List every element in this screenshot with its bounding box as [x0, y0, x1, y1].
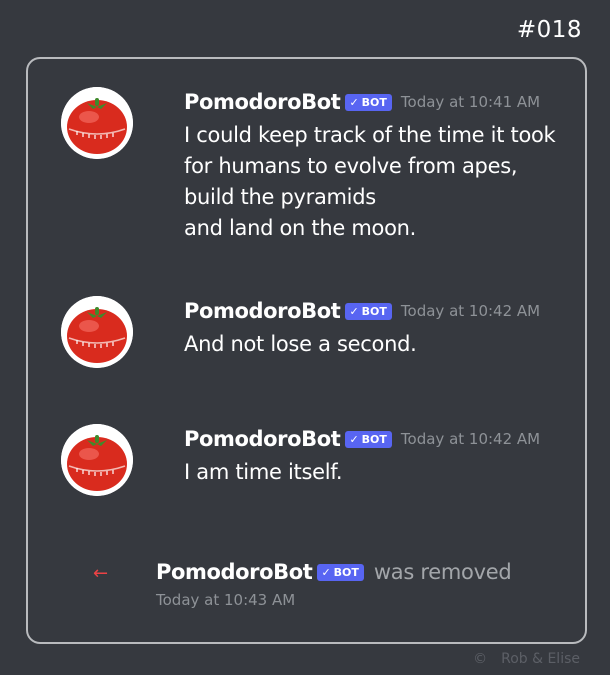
credit-text: Rob & Elise [501, 651, 580, 667]
tomato-timer-icon [61, 296, 133, 368]
issue-number: #018 [516, 17, 582, 43]
message-line: I am time itself. [184, 460, 343, 484]
timestamp: Today at 10:41 AM [400, 93, 541, 111]
tomato-timer-icon [61, 87, 133, 159]
message-body: PomodoroBot ✓ BOT Today at 10:42 AM And n… [184, 296, 604, 360]
check-icon: ✓ [349, 304, 359, 318]
tomato-timer-icon [61, 424, 133, 496]
message-header: PomodoroBot ✓ BOT Today at 10:42 AM [184, 296, 604, 326]
message-header: PomodoroBot ✓ BOT Today at 10:41 AM [184, 87, 604, 117]
username[interactable]: PomodoroBot [184, 90, 341, 114]
timestamp: Today at 10:42 AM [400, 430, 541, 448]
credit: © Rob & Elise [473, 651, 580, 667]
system-message-body: PomodoroBot ✓ BOT was removed Today at 10… [156, 557, 576, 609]
bot-tag: ✓ BOT [345, 302, 392, 320]
check-icon: ✓ [349, 95, 359, 109]
bot-tag-label: BOT [361, 432, 387, 446]
avatar[interactable] [61, 296, 133, 368]
message-line: I could keep track of the time it took [184, 123, 556, 147]
timestamp: Today at 10:42 AM [400, 302, 541, 320]
message-line: And not lose a second. [184, 332, 417, 356]
message-body: PomodoroBot ✓ BOT Today at 10:42 AM I am … [184, 424, 604, 488]
avatar[interactable] [61, 87, 133, 159]
username[interactable]: PomodoroBot [156, 560, 313, 584]
message-body: PomodoroBot ✓ BOT Today at 10:41 AM I cou… [184, 87, 604, 244]
chat-frame: PomodoroBot ✓ BOT Today at 10:41 AM I cou… [26, 57, 587, 644]
message-header: PomodoroBot ✓ BOT Today at 10:42 AM [184, 424, 604, 454]
username[interactable]: PomodoroBot [184, 299, 341, 323]
bot-tag-label: BOT [361, 95, 387, 109]
system-message-header: PomodoroBot ✓ BOT was removed [156, 557, 576, 587]
message-line: build the pyramids [184, 185, 376, 209]
username[interactable]: PomodoroBot [184, 427, 341, 451]
message-text: And not lose a second. [184, 329, 604, 360]
bot-tag: ✓ BOT [317, 563, 364, 581]
bot-tag-label: BOT [361, 304, 387, 318]
check-icon: ✓ [321, 565, 331, 579]
system-action-text: was removed [373, 560, 512, 584]
message-line: and land on the moon. [184, 216, 417, 240]
bot-tag: ✓ BOT [345, 430, 392, 448]
bot-tag: ✓ BOT [345, 93, 392, 111]
avatar[interactable] [61, 424, 133, 496]
leave-arrow-icon: ← [93, 563, 109, 584]
check-icon: ✓ [349, 432, 359, 446]
bot-tag-label: BOT [333, 565, 359, 579]
comic-panel: #018 PomodoroBot ✓ BOT Today at 10:41 AM… [0, 0, 610, 675]
message-line: for humans to evolve from apes, [184, 154, 518, 178]
message-text: I could keep track of the time it took f… [184, 120, 604, 244]
message-text: I am time itself. [184, 457, 604, 488]
copyright-symbol: © [473, 651, 488, 667]
timestamp: Today at 10:43 AM [156, 591, 296, 609]
